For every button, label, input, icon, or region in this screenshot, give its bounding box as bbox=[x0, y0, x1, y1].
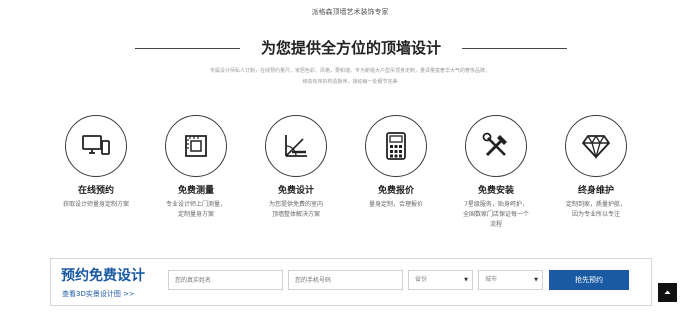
title-divider-right bbox=[462, 48, 567, 49]
service-title: 在线预约 bbox=[77, 186, 114, 196]
service-free-measure[interactable]: 免费测量 专业设计师上门测量， 定制量身方案 bbox=[146, 115, 246, 220]
name-input[interactable] bbox=[168, 270, 283, 290]
diamond-icon bbox=[581, 134, 611, 159]
service-title: 终身维护 bbox=[577, 186, 614, 196]
service-desc-line: 专业设计师上门测量， bbox=[165, 201, 226, 208]
service-desc-line: 7星级服务，贴身呵护， bbox=[464, 201, 528, 208]
service-lifetime-maintenance[interactable]: 终身维护 定制到家，质量护航， 因为专业所以专注 bbox=[546, 115, 646, 220]
province-select[interactable]: 省份 ▼ bbox=[408, 270, 473, 290]
city-value: 城市 bbox=[485, 276, 498, 283]
service-title: 免费安装 bbox=[477, 186, 514, 196]
service-icon-circle bbox=[165, 115, 227, 177]
service-icon-circle bbox=[565, 115, 627, 177]
page-title: 为您提供全方位的顶墙设计 bbox=[260, 39, 441, 57]
service-icon-circle bbox=[265, 115, 327, 177]
service-desc-line: 获取设计师量身定制方案 bbox=[62, 201, 129, 208]
service-desc-line: 量身定制，合理报价 bbox=[368, 201, 423, 208]
booking-form: 预约免费设计 查看3D实景设计图 >> 省份 ▼ 城市 ▼ 抢先预约 bbox=[50, 258, 652, 306]
service-desc: 定制到家，质量护航， 因为专业所以专注 bbox=[546, 200, 646, 220]
service-icon-circle bbox=[465, 115, 527, 177]
chevron-down-icon: ▼ bbox=[464, 277, 468, 283]
service-icon-circle bbox=[365, 115, 427, 177]
service-free-quote[interactable]: 免费报价 量身定制，合理报价 bbox=[346, 115, 446, 210]
service-free-install[interactable]: 免费安装 7星级服务，贴身呵护， 全国数家门店保证每一个 流程 bbox=[446, 115, 546, 230]
service-desc: 量身定制，合理报价 bbox=[346, 200, 446, 210]
book-now-button[interactable]: 抢先预约 bbox=[549, 270, 629, 290]
tools-icon bbox=[482, 132, 507, 157]
service-title: 免费设计 bbox=[277, 186, 314, 196]
section-title-row: 为您提供全方位的顶墙设计 bbox=[0, 37, 700, 59]
drafting-icon bbox=[285, 135, 307, 157]
intro-line: 专属设计师私人订制，在线预约量尺，家居色彩、风格，要和谐。专为新婚大户型吊顶身定… bbox=[209, 68, 490, 74]
service-title: 免费报价 bbox=[377, 186, 414, 196]
service-desc: 为您提供免费的室内 顶墙整体解决方案 bbox=[246, 200, 346, 220]
computer-icon bbox=[82, 135, 110, 155]
service-desc: 获取设计师量身定制方案 bbox=[46, 200, 146, 210]
phone-input[interactable] bbox=[288, 270, 403, 290]
province-value: 省份 bbox=[415, 276, 428, 283]
service-desc-line: 为您提供免费的室内 bbox=[268, 201, 323, 208]
city-select[interactable]: 城市 ▼ bbox=[478, 270, 543, 290]
service-desc: 专业设计师上门测量， 定制量身方案 bbox=[146, 200, 246, 220]
view-3d-designs-link[interactable]: 查看3D实景设计图 >> bbox=[62, 289, 135, 299]
service-desc-line: 流程 bbox=[489, 221, 502, 228]
service-desc-line: 定制到家，质量护航， bbox=[565, 201, 626, 208]
service-desc-line: 全国数家门店保证每一个 bbox=[462, 211, 529, 218]
service-desc-line: 定制量身方案 bbox=[177, 211, 214, 218]
service-free-design[interactable]: 免费设计 为您提供免费的室内 顶墙整体解决方案 bbox=[246, 115, 346, 220]
intro-line: 缔造有序的构造脉序，接动每一处细节完美 bbox=[302, 79, 398, 85]
caret-up-icon bbox=[664, 290, 671, 294]
chevron-down-icon: ▼ bbox=[534, 277, 538, 283]
ruler-icon bbox=[185, 135, 207, 157]
back-to-top-button[interactable] bbox=[658, 283, 677, 302]
service-desc-line: 顶墙整体解决方案 bbox=[271, 211, 320, 218]
service-title: 免费测量 bbox=[177, 186, 214, 196]
service-online-booking[interactable]: 在线预约 获取设计师量身定制方案 bbox=[46, 115, 146, 210]
service-desc: 7星级服务，贴身呵护， 全国数家门店保证每一个 流程 bbox=[446, 200, 546, 230]
service-desc-line: 因为专业所以专注 bbox=[571, 211, 620, 218]
form-title: 预约免费设计 bbox=[61, 268, 145, 284]
service-icon-circle bbox=[65, 115, 127, 177]
eyebrow-text: 派格森顶墙艺术装饰专家 bbox=[311, 8, 389, 16]
title-divider-left bbox=[135, 48, 240, 49]
calculator-icon bbox=[386, 132, 406, 160]
intro-text: 专属设计师私人订制，在线预约量尺，家居色彩、风格，要和谐。专为新婚大户型吊顶身定… bbox=[170, 66, 530, 88]
